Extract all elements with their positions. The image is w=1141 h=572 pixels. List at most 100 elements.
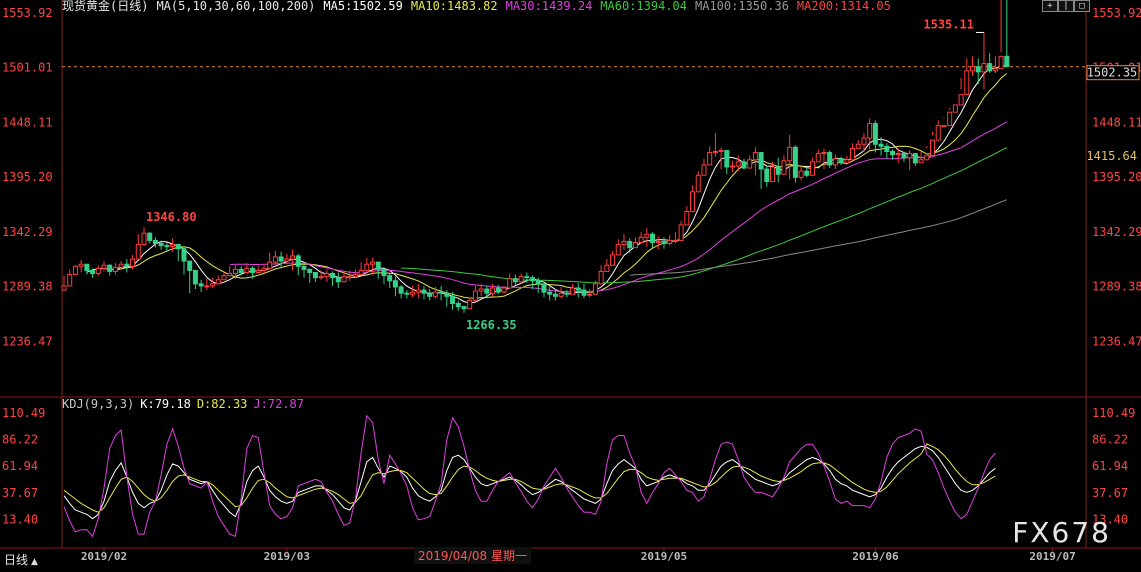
candle-body — [547, 291, 553, 295]
candle-body — [672, 239, 678, 242]
candle-body — [227, 273, 233, 277]
kdj-tick-right: 37.67 — [1092, 486, 1128, 500]
candle-body — [564, 292, 570, 295]
candle-body — [461, 306, 467, 310]
candle-body — [952, 104, 958, 113]
feb-high-label: 1346.80 — [146, 210, 197, 224]
sidebar-toggle-icon[interactable]: | — [1058, 0, 1074, 12]
side-price-label: 1415.64 — [1086, 149, 1137, 163]
candle-body — [210, 283, 216, 287]
candle-body — [164, 245, 170, 248]
candle-body — [398, 286, 404, 294]
ma100-value: MA100:1350.36 — [695, 0, 789, 13]
candle-body — [261, 267, 267, 271]
price-tick-left: 1289.38 — [2, 280, 53, 294]
chart-window: 1553.921553.921501.011501.011448.111448.… — [0, 0, 1141, 572]
candle-body — [878, 143, 884, 147]
candle-body — [678, 224, 684, 241]
candle-body — [250, 267, 256, 273]
candle-body — [947, 111, 953, 127]
candle-body — [170, 244, 176, 248]
candle-body — [655, 240, 661, 243]
candle-body — [278, 256, 284, 262]
time-tick-label: 2019/03 — [264, 550, 310, 563]
crosshair-icon[interactable]: + — [1042, 0, 1058, 12]
chart-canvas[interactable]: 1553.921553.921501.011501.011448.111448.… — [0, 0, 1141, 572]
ma200-value: MA200:1314.05 — [796, 0, 891, 13]
time-tick-label: 2019/02 — [81, 550, 127, 563]
ma5-value: MA5:1502.59 — [323, 0, 403, 13]
candle-body — [924, 155, 930, 161]
candle-body — [884, 145, 890, 152]
candle-body — [84, 263, 90, 271]
candle-body — [644, 233, 650, 238]
candle-body — [438, 291, 444, 294]
candle-body — [941, 125, 947, 128]
kdj-tick-right: 61.94 — [1092, 459, 1128, 473]
candle-body — [135, 244, 141, 260]
candle-body — [324, 273, 330, 278]
candle-body — [72, 265, 78, 276]
candle-body — [255, 269, 261, 273]
price-tick-left: 1553.92 — [2, 6, 53, 20]
candle-body — [724, 149, 730, 168]
candle-body — [192, 269, 198, 285]
candle-body — [495, 287, 501, 293]
window-icon[interactable]: □ — [1074, 0, 1090, 12]
candle-body — [701, 164, 707, 176]
kdj-tick-left: 61.94 — [2, 459, 38, 473]
kdj-k-value: K:79.18 — [140, 397, 191, 411]
candle-body — [741, 161, 747, 169]
candle-body — [695, 174, 701, 193]
kdj-tick-left: 110.49 — [2, 406, 45, 420]
candle-body — [627, 240, 633, 249]
candle-body — [821, 152, 827, 155]
candle-body — [838, 158, 844, 164]
candle-body — [844, 159, 850, 164]
candle-body — [598, 270, 604, 285]
candle-body — [907, 153, 913, 159]
candle-body — [667, 239, 673, 245]
candle-body — [415, 289, 421, 293]
candle-body — [307, 268, 313, 273]
candle-body — [975, 66, 981, 73]
candle-body — [895, 153, 901, 156]
price-tick-left: 1395.20 — [2, 170, 53, 184]
candle-body — [592, 283, 598, 295]
kdj-tick-left: 86.22 — [2, 433, 38, 447]
price-tick-left: 1501.01 — [2, 61, 53, 75]
candle-body — [352, 274, 358, 278]
price-tick-right: 1395.20 — [1092, 170, 1141, 184]
candle-body — [387, 275, 393, 282]
candle-body — [827, 152, 833, 166]
candle-body — [455, 303, 461, 308]
candle-body — [295, 255, 301, 267]
candle-body — [747, 159, 753, 169]
candle-body — [484, 288, 490, 294]
candle-body — [61, 285, 67, 291]
candle-body — [444, 292, 450, 297]
low-price-label: 1266.35 — [466, 318, 517, 332]
candle-body — [798, 170, 804, 178]
kdj-tick-right: 86.22 — [1092, 433, 1128, 447]
candle-body — [410, 291, 416, 295]
chevron-up-icon: ▲ — [31, 557, 38, 567]
kdj-legend: KDJ(9,3,3) K:79.18 D:82.33 J:72.87 — [62, 397, 310, 411]
price-tick-left: 1236.47 — [2, 334, 53, 348]
candle-body — [787, 146, 793, 162]
ma60-value: MA60:1394.04 — [600, 0, 687, 13]
candle-body — [335, 277, 341, 283]
price-tick-right: 1236.47 — [1092, 334, 1141, 348]
candle-body — [272, 256, 278, 263]
candle-body — [792, 146, 798, 178]
candle-body — [581, 289, 587, 296]
candle-body — [421, 289, 427, 294]
price-tick-left: 1448.11 — [2, 115, 53, 129]
candle-body — [832, 158, 838, 166]
candle-body — [284, 258, 290, 262]
candle-body — [312, 271, 318, 279]
period-tab-daily[interactable]: 日线 ▲ — [4, 551, 38, 568]
candle-body — [810, 161, 816, 176]
candle-body — [684, 210, 690, 226]
candle-body — [267, 261, 273, 269]
